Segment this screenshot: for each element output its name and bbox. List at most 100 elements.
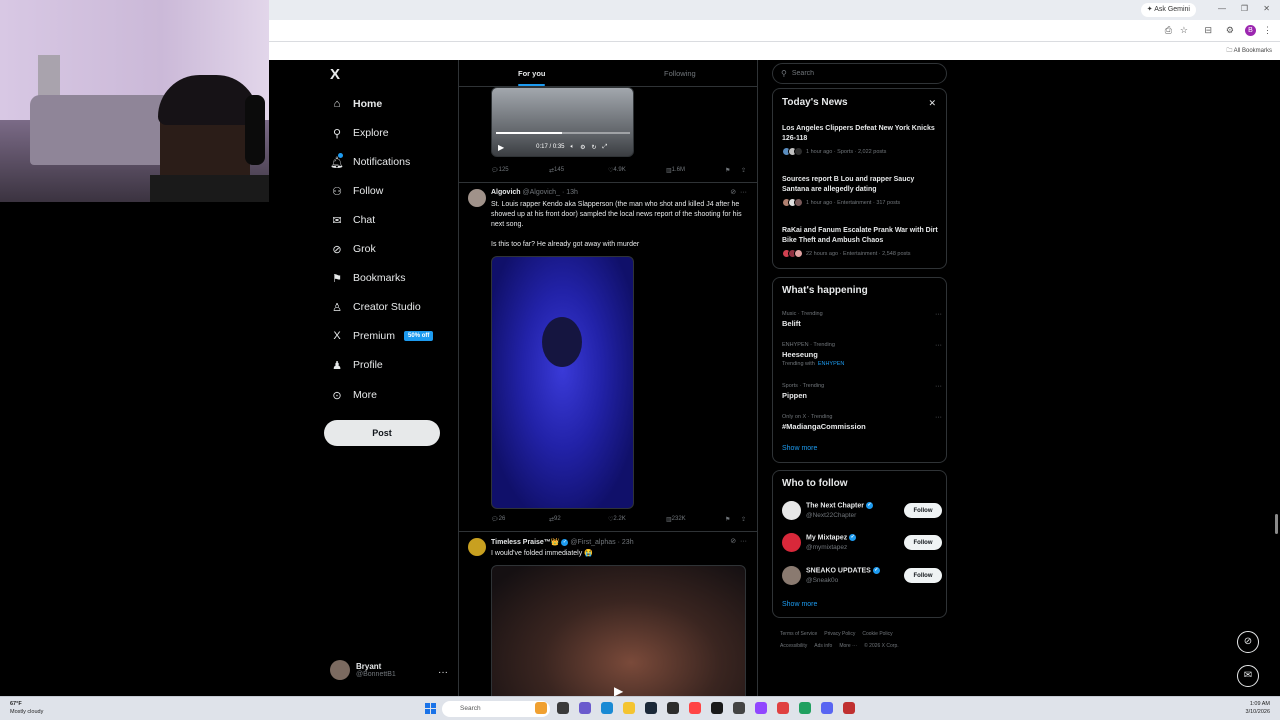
footer-link[interactable]: Accessibility: [780, 643, 807, 649]
file-explorer-icon[interactable]: [623, 702, 635, 714]
settings-icon[interactable]: ⚙: [580, 144, 585, 151]
trend-item[interactable]: Music · Trending Belift ···: [782, 311, 942, 328]
app-icon[interactable]: [733, 702, 745, 714]
minimize-icon[interactable]: —: [1218, 4, 1226, 13]
app-icon[interactable]: [799, 702, 811, 714]
show-more-link[interactable]: Show more: [782, 445, 817, 452]
news-item[interactable]: Sources report B Lou and rapper Saucy Sa…: [782, 175, 942, 207]
nav-item-bookmarks[interactable]: ⚑ Bookmarks: [330, 268, 405, 288]
widgets-icon[interactable]: [535, 702, 547, 714]
app-icon[interactable]: [843, 702, 855, 714]
bookmark-icon[interactable]: ⚑: [725, 167, 730, 174]
app-icon[interactable]: [711, 702, 723, 714]
follow-button[interactable]: Follow: [904, 568, 942, 583]
trend-item[interactable]: Only on X · Trending #MadiangaCommission ·…: [782, 414, 942, 431]
loop-icon[interactable]: ↻: [592, 144, 597, 151]
nav-item-chat[interactable]: ✉ Chat: [330, 210, 375, 230]
avatar[interactable]: [468, 189, 486, 207]
app-icon[interactable]: [667, 702, 679, 714]
repost-button[interactable]: ⇄ 92: [549, 516, 561, 523]
tweet-time[interactable]: 13h: [566, 189, 578, 196]
windows-start-icon[interactable]: [425, 703, 436, 714]
tweet-time[interactable]: 23h: [622, 539, 634, 546]
tab-for-you[interactable]: For you: [518, 69, 546, 78]
nav-item-premium[interactable]: X Premium 50% off: [330, 326, 434, 346]
footer-link[interactable]: Privacy Policy: [824, 631, 855, 637]
account-switcher[interactable]: Bryant @BonnettB1: [330, 660, 396, 680]
footer-link[interactable]: Cookie Policy: [862, 631, 892, 637]
like-button[interactable]: ♡ 2.2K: [608, 516, 626, 523]
nav-item-follow[interactable]: ⚇ Follow: [330, 181, 383, 201]
nav-item-explore[interactable]: ⚲ Explore: [330, 123, 389, 143]
video-player[interactable]: ▶: [491, 565, 746, 696]
search-box[interactable]: ⚲: [772, 63, 947, 84]
author-name[interactable]: Timeless Praise™👑: [491, 539, 560, 546]
more-icon[interactable]: ···: [935, 414, 942, 421]
follow-button[interactable]: Follow: [904, 503, 942, 518]
share-icon[interactable]: ⇪: [741, 516, 746, 523]
ask-gemini-button[interactable]: ✦ Ask Gemini: [1140, 3, 1196, 17]
sidepanel-icon[interactable]: ⊟: [1204, 25, 1212, 36]
chrome-icon[interactable]: [777, 702, 789, 714]
views-button[interactable]: ▥ 232K: [666, 516, 686, 523]
trend-item[interactable]: Sports · Trending Pippen ···: [782, 383, 942, 400]
news-item[interactable]: Los Angeles Clippers Defeat New York Kni…: [782, 124, 942, 156]
star-icon[interactable]: ☆: [1180, 25, 1188, 36]
trend-with-link[interactable]: ENHYPEN: [818, 361, 845, 367]
clock[interactable]: 1:09 AM 3/10/2026: [1246, 700, 1270, 716]
avatar[interactable]: [782, 501, 801, 520]
edge-icon[interactable]: [601, 702, 613, 714]
footer-link[interactable]: More ···: [839, 643, 857, 649]
video-player[interactable]: ▶ 0:17 / 0:35 🔈︎ ⚙ ↻ ⤢: [491, 87, 634, 157]
nav-item-grok[interactable]: ⊘ Grok: [330, 239, 375, 259]
avatar[interactable]: [782, 566, 801, 585]
reply-button[interactable]: 💬︎ 125: [491, 167, 509, 174]
author-name[interactable]: Algovich: [491, 189, 521, 196]
copilot-icon[interactable]: [579, 702, 591, 714]
volume-icon[interactable]: 🔈︎: [571, 144, 575, 151]
app-icon[interactable]: [689, 702, 701, 714]
footer-link[interactable]: Ads info: [814, 643, 832, 649]
post-button[interactable]: Post: [324, 420, 440, 446]
more-icon[interactable]: ···: [935, 383, 942, 390]
tab-following[interactable]: Following: [664, 69, 696, 78]
search-input[interactable]: [791, 70, 932, 77]
all-bookmarks-button[interactable]: 🗀 All Bookmarks: [1226, 46, 1272, 56]
more-icon[interactable]: ···: [935, 342, 942, 349]
task-view-icon[interactable]: [557, 702, 569, 714]
fullscreen-icon[interactable]: ⤢: [603, 144, 608, 151]
close-window-icon[interactable]: ✕: [1263, 4, 1270, 13]
taskbar-search[interactable]: Search: [442, 701, 550, 717]
twitch-icon[interactable]: [755, 702, 767, 714]
close-icon[interactable]: ✕: [928, 98, 936, 109]
more-icon[interactable]: ···: [438, 667, 448, 678]
discord-icon[interactable]: [821, 702, 833, 714]
more-icon[interactable]: ···: [740, 189, 747, 196]
trend-item[interactable]: ENHYPEN · Trending Heeseung Trending with E…: [782, 342, 942, 367]
like-button[interactable]: ♡ 4.9K: [608, 167, 626, 174]
author-handle[interactable]: @First_alphas: [570, 539, 615, 546]
grok-icon[interactable]: ⊘: [730, 538, 736, 545]
nav-item-home[interactable]: ⌂ Home: [330, 94, 383, 114]
maximize-icon[interactable]: ❐: [1241, 4, 1248, 13]
bookmark-icon[interactable]: ⚑: [725, 516, 730, 523]
play-icon[interactable]: ▶: [498, 143, 504, 152]
author-handle[interactable]: @Algovich_: [523, 189, 560, 196]
extensions-icon[interactable]: ⚙: [1226, 25, 1234, 36]
views-button[interactable]: ▥ 1.6M: [666, 167, 685, 174]
scrollbar[interactable]: [1273, 60, 1280, 696]
grok-icon[interactable]: ⊘: [1237, 631, 1259, 653]
grok-icon[interactable]: ⊘: [730, 189, 736, 196]
messages-icon[interactable]: ✉: [1237, 665, 1259, 687]
menu-icon[interactable]: ⋮: [1263, 25, 1272, 36]
nav-item-notifications[interactable]: 🔔︎ Notifications: [330, 152, 410, 172]
follow-button[interactable]: Follow: [904, 535, 942, 550]
show-more-link[interactable]: Show more: [782, 601, 817, 608]
share-icon[interactable]: ⇪: [741, 167, 746, 174]
nav-item-more[interactable]: ⊙ More: [330, 385, 377, 405]
avatar[interactable]: [468, 538, 486, 556]
nav-item-profile[interactable]: ♟ Profile: [330, 355, 383, 375]
follow-suggestion[interactable]: My Mixtapez ✓ @mymixtapez Follow: [782, 533, 942, 553]
reply-button[interactable]: 💬︎ 26: [491, 516, 505, 523]
profile-avatar[interactable]: B: [1245, 25, 1256, 36]
